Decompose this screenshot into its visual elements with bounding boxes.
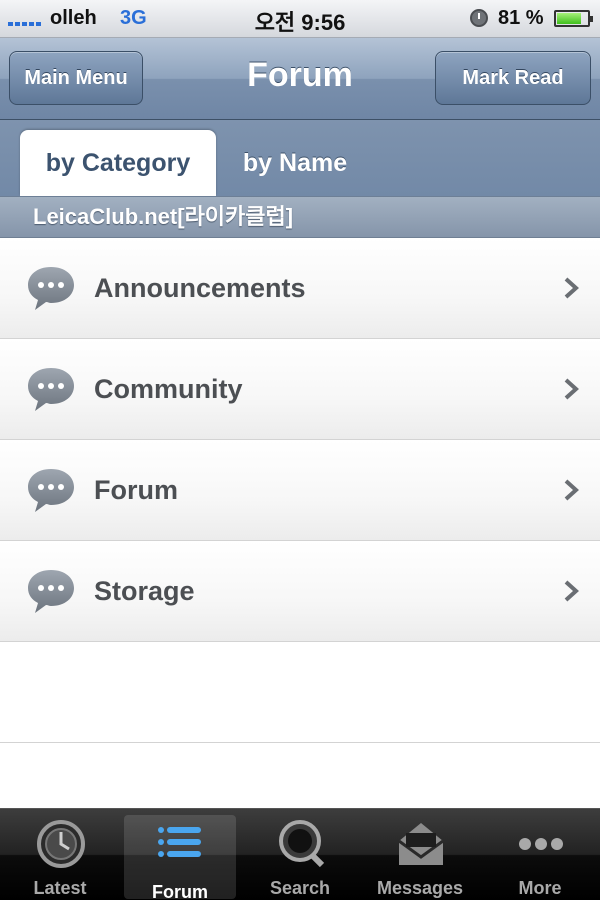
forum-row-community[interactable]: Community (0, 339, 600, 440)
tab-bar: Latest Forum Search Messages More (0, 808, 600, 900)
tabbar-label: Forum (152, 882, 208, 900)
section-header: LeicaClub.net[라이카클럽] (0, 196, 600, 238)
tabbar-label: Latest (33, 878, 87, 898)
mark-read-button[interactable]: Mark Read (435, 51, 591, 105)
tabbar-forum[interactable]: Forum (124, 815, 236, 900)
list-icon (158, 827, 201, 857)
speech-bubble-icon (28, 368, 74, 411)
forum-row-forum[interactable]: Forum (0, 440, 600, 541)
sort-tabs: by Category by Name (0, 120, 600, 196)
tabbar-messages[interactable]: Messages (360, 809, 480, 900)
more-icon (519, 838, 563, 850)
forum-row-label: Announcements (94, 273, 306, 303)
alarm-clock-icon (470, 9, 488, 27)
chevron-right-icon (564, 378, 579, 400)
forum-row-announcements[interactable]: Announcements (0, 238, 600, 339)
tab-by-category[interactable]: by Category (20, 130, 216, 196)
battery-icon (554, 10, 593, 27)
navigation-bar: Main Menu Forum Mark Read (0, 38, 600, 120)
tabbar-search[interactable]: Search (240, 809, 360, 900)
speech-bubble-icon (28, 570, 74, 613)
speech-bubble-icon (28, 469, 74, 512)
search-icon (279, 820, 325, 868)
empty-list-row (0, 642, 600, 743)
envelope-icon (398, 823, 444, 865)
battery-percent: 81 % (498, 7, 544, 29)
chevron-right-icon (564, 479, 579, 501)
forum-row-storage[interactable]: Storage (0, 541, 600, 642)
speech-bubble-icon (28, 267, 74, 310)
chevron-right-icon (564, 580, 579, 602)
tabbar-label: Messages (376, 878, 464, 898)
main-menu-button[interactable]: Main Menu (9, 51, 143, 105)
forum-row-label: Community (94, 374, 243, 404)
tabbar-label: More (518, 878, 562, 898)
tabbar-latest[interactable]: Latest (0, 809, 120, 900)
chevron-right-icon (564, 277, 579, 299)
forum-row-label: Storage (94, 576, 195, 606)
clock-icon (37, 820, 85, 868)
forum-row-label: Forum (94, 475, 178, 505)
tabbar-more[interactable]: More (480, 809, 600, 900)
tabbar-label: Search (269, 878, 331, 898)
status-bar: olleh 3G 오전 9:56 81 % (0, 0, 600, 38)
tab-by-name[interactable]: by Name (222, 130, 368, 196)
forum-list: Announcements Community Forum Storage (0, 238, 600, 743)
page-title: Forum (247, 56, 353, 94)
